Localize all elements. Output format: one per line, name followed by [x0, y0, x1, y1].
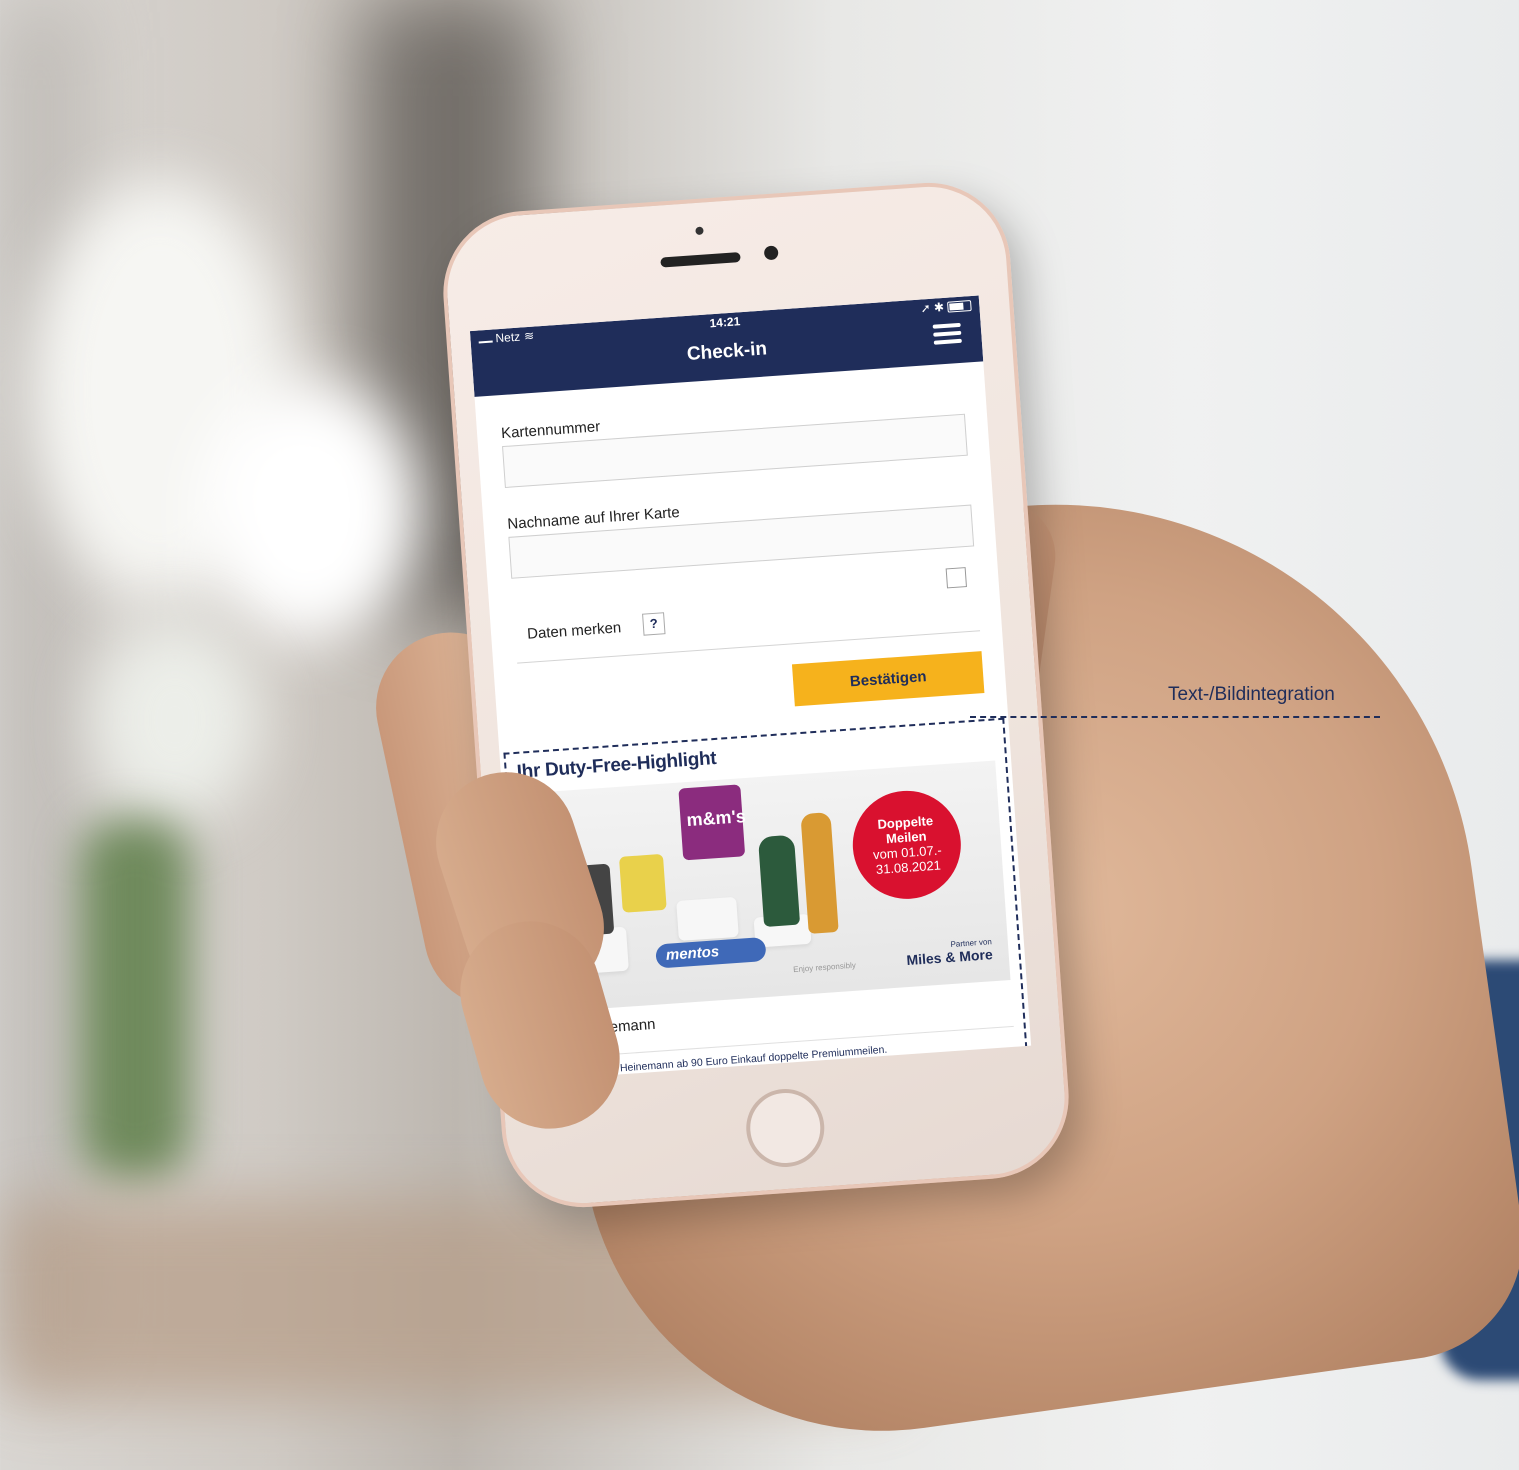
confirm-button[interactable]: Bestätigen — [791, 651, 985, 707]
mm-candy-bag: m&m's — [678, 784, 747, 861]
earpiece-speaker — [660, 252, 741, 268]
partner-logo: Partner von Miles & More — [905, 937, 993, 968]
menu-icon-bar — [933, 330, 962, 337]
checkin-form: Kartennummer Nachname auf Ihrer Karte Da… — [475, 361, 1007, 727]
mentos-text: mentos — [665, 943, 720, 964]
status-right: ➚ ✱ — [920, 298, 972, 316]
menu-icon[interactable] — [932, 322, 962, 345]
battery-icon — [947, 300, 972, 314]
background-stem — [80, 820, 190, 1180]
background-shadow — [0, 0, 80, 1364]
background-flower — [90, 620, 260, 820]
location-icon: ➚ — [920, 300, 932, 316]
home-button[interactable] — [743, 1086, 827, 1170]
gin-bottle — [757, 834, 801, 927]
background-flower — [200, 380, 420, 640]
callout-line — [970, 716, 1380, 718]
front-camera — [763, 245, 779, 261]
enjoy-responsibly-text: Enjoy responsibly — [792, 960, 857, 975]
mentos-roll: mentos — [655, 936, 767, 969]
pedestal — [676, 896, 739, 941]
remember-checkbox[interactable] — [945, 567, 967, 589]
bluetooth-icon: ✱ — [933, 299, 945, 315]
proximity-sensor — [695, 226, 704, 236]
remember-row: Daten merken ? — [512, 560, 981, 664]
help-icon[interactable]: ? — [642, 612, 666, 636]
perfume-bottle — [618, 853, 667, 913]
double-miles-badge: Doppelte Meilen vom 01.07.- 31.08.2021 — [849, 787, 965, 903]
callout-label: Text-/Bildintegration — [1168, 684, 1335, 705]
remember-label: Daten merken — [526, 619, 622, 643]
menu-icon-bar — [932, 322, 961, 329]
mm-candy-text: m&m's — [685, 806, 747, 831]
